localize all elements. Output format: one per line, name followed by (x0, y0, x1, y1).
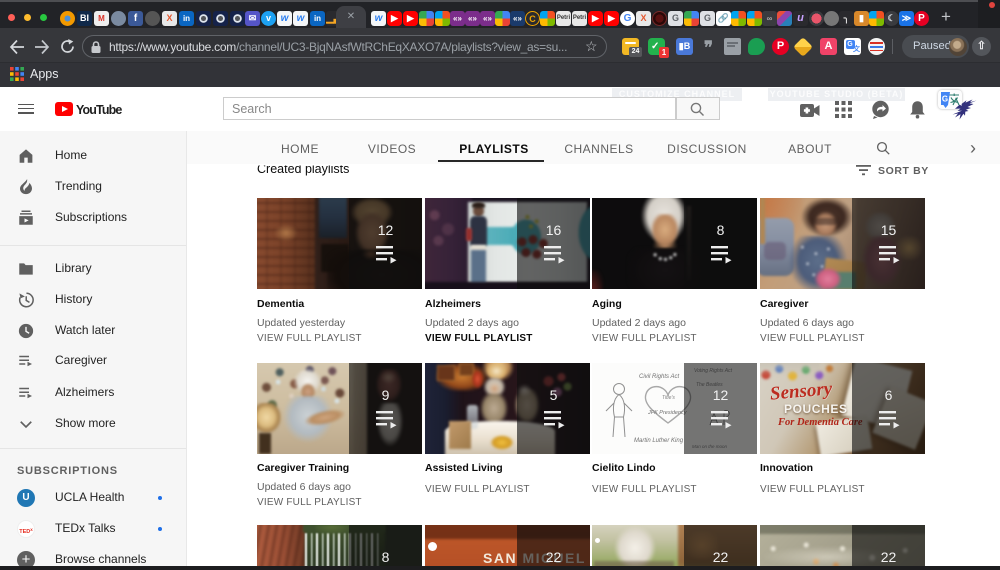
svg-text:JFK Presidency: JFK Presidency (647, 410, 688, 416)
svg-text:Title's: Title's (662, 395, 675, 401)
svg-text:G: G (942, 94, 948, 103)
svg-text:Civil Rights Act: Civil Rights Act (639, 374, 679, 380)
svg-text:Martin Luther King: Martin Luther King (634, 438, 684, 444)
